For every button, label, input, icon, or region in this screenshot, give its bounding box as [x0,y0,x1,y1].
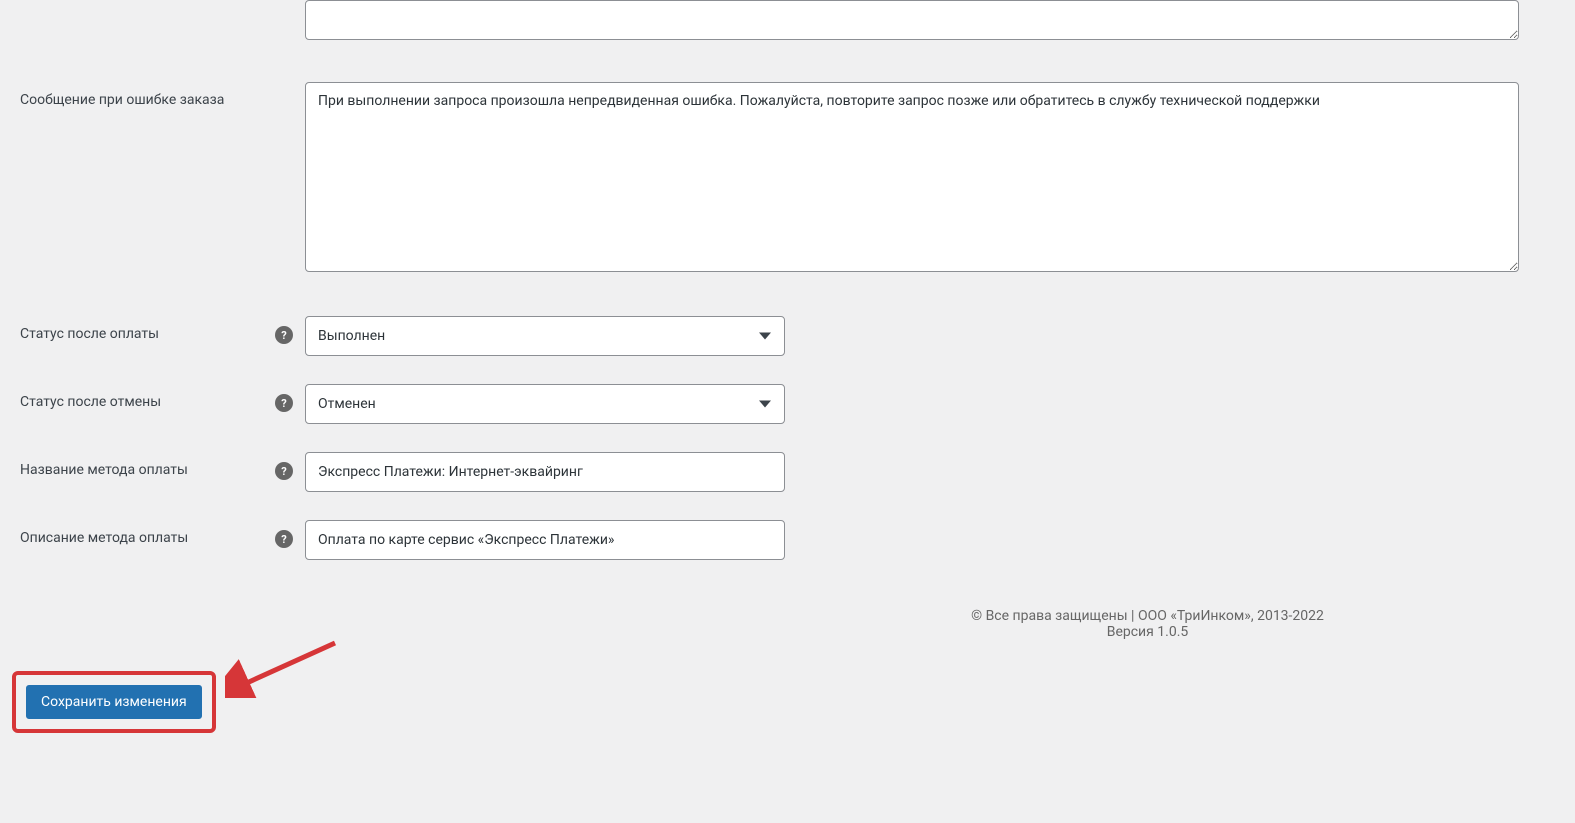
input-col: Отменен [305,384,1575,424]
form-row-status-after-cancel: Статус после отмены ? Отменен [20,384,1575,424]
footer-copyright: © Все права защищены | ООО «ТриИнком», 2… [780,608,1515,624]
payment-method-desc-label: Описание метода оплаты [20,530,275,546]
empty-textarea[interactable] [305,0,1519,40]
footer-version: Версия 1.0.5 [780,624,1515,640]
form-row-payment-method-name: Название метода оплаты ? [20,452,1575,492]
help-icon[interactable]: ? [275,394,293,412]
help-icon[interactable]: ? [275,326,293,344]
status-after-cancel-label-col: Статус после отмены [20,384,275,410]
payment-method-desc-input[interactable] [305,520,785,560]
help-icon[interactable]: ? [275,462,293,480]
form-row-status-after-payment: Статус после оплаты ? Выполнен [20,316,1575,356]
input-col: Выполнен [305,316,1575,356]
footer-info: © Все права защищены | ООО «ТриИнком», 2… [780,608,1515,640]
settings-form-container: Сообщение при ошибке заказа При выполнен… [0,0,1575,823]
form-row-payment-method-desc: Описание метода оплаты ? [20,520,1575,560]
save-button[interactable]: Сохранить изменения [26,685,202,719]
payment-method-desc-label-col: Описание метода оплаты [20,520,275,546]
payment-method-name-label: Название метода оплаты [20,462,275,478]
form-row-error-message: Сообщение при ошибке заказа При выполнен… [20,82,1575,276]
input-col [305,520,1575,560]
error-message-label-col: Сообщение при ошибке заказа [20,82,275,108]
help-icon[interactable]: ? [275,530,293,548]
save-button-highlight: Сохранить изменения [12,671,216,733]
input-col [305,0,1575,44]
help-col: ? [275,384,305,412]
select-wrapper: Отменен [305,384,785,424]
form-row-top-empty [20,0,1575,44]
status-after-cancel-select[interactable]: Отменен [305,384,785,424]
input-col: При выполнении запроса произошла непредв… [305,82,1575,276]
status-after-payment-label-col: Статус после оплаты [20,316,275,342]
help-col: ? [275,452,305,480]
error-message-label: Сообщение при ошибке заказа [20,92,275,108]
arrow-annotation-icon [225,638,345,698]
help-col: ? [275,316,305,344]
status-after-payment-label: Статус после оплаты [20,326,275,342]
error-message-textarea[interactable]: При выполнении запроса произошла непредв… [305,82,1519,272]
help-col-spacer [275,0,305,10]
help-col-spacer [275,82,305,92]
input-col [305,452,1575,492]
help-col: ? [275,520,305,548]
payment-method-name-input[interactable] [305,452,785,492]
status-after-payment-select[interactable]: Выполнен [305,316,785,356]
status-after-cancel-label: Статус после отмены [20,394,275,410]
empty-label [20,0,275,10]
select-wrapper: Выполнен [305,316,785,356]
payment-method-name-label-col: Название метода оплаты [20,452,275,478]
